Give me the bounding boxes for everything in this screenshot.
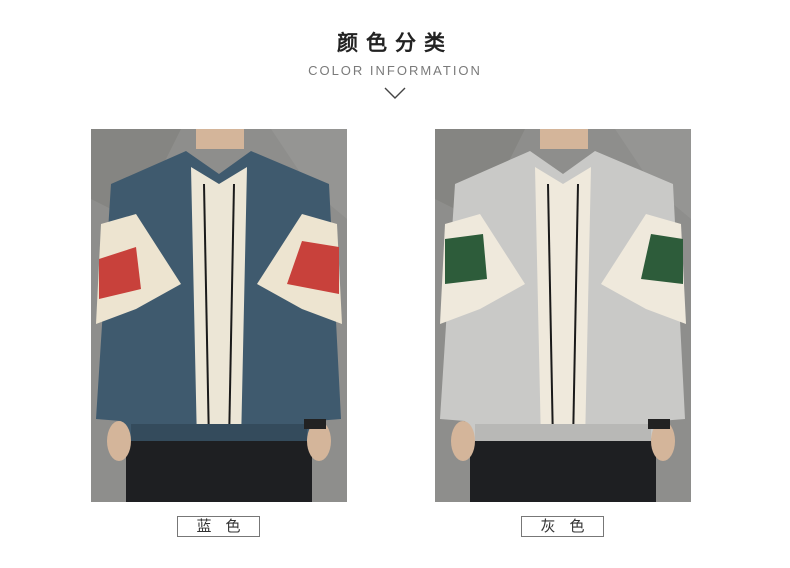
section-title: 颜色分类 [337,31,453,55]
section-subtitle: COLOR INFORMATION [308,63,482,78]
chevron-down-icon [384,87,406,99]
product-photo-blue[interactable] [91,129,347,502]
color-label-blue[interactable]: 蓝色 [177,516,260,537]
product-photo-gray[interactable] [435,129,691,502]
color-label-gray[interactable]: 灰色 [521,516,604,537]
